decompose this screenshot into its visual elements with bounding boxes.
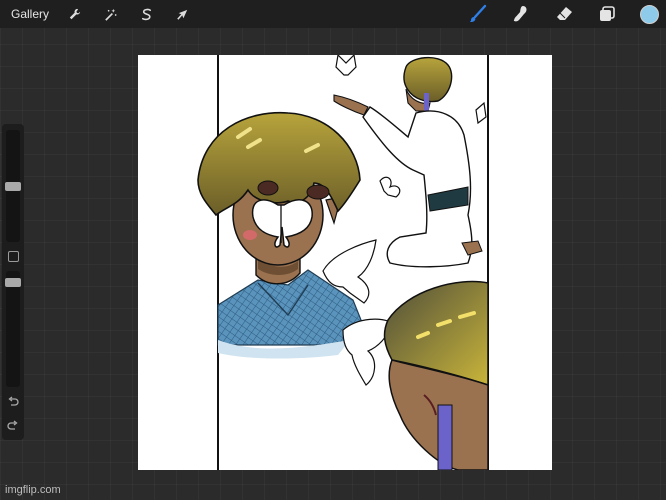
adjustments-button[interactable] xyxy=(97,1,123,27)
brush-button[interactable] xyxy=(467,3,489,25)
sidebar xyxy=(2,124,24,440)
imgflip-watermark: imgflip.com xyxy=(5,484,61,496)
eraser-icon xyxy=(557,7,572,20)
color-picker-button[interactable] xyxy=(640,4,659,24)
drawing-canvas[interactable] xyxy=(138,55,552,470)
layers-icon xyxy=(600,6,615,21)
layers-button[interactable] xyxy=(596,3,618,25)
actions-button[interactable] xyxy=(61,1,87,27)
modify-button[interactable] xyxy=(8,251,19,262)
brush-size-thumb[interactable] xyxy=(5,182,21,191)
transform-button[interactable] xyxy=(169,1,195,27)
artwork xyxy=(197,55,489,470)
right-tool-group xyxy=(446,0,666,28)
smudge-finger-icon xyxy=(513,6,527,22)
brush-size-slider[interactable] xyxy=(5,130,21,242)
gallery-button[interactable]: Gallery xyxy=(11,7,49,21)
magic-wand-icon xyxy=(104,8,117,21)
top-toolbar: Gallery xyxy=(0,0,666,28)
brush-icon xyxy=(470,4,487,23)
opacity-slider[interactable] xyxy=(5,271,21,387)
selection-button[interactable] xyxy=(133,1,159,27)
eraser-button[interactable] xyxy=(553,3,575,25)
arrow-cursor-icon xyxy=(176,9,187,20)
undo-icon[interactable] xyxy=(7,396,19,408)
smudge-button[interactable] xyxy=(510,3,532,25)
redo-icon[interactable] xyxy=(7,420,19,432)
opacity-thumb[interactable] xyxy=(5,278,21,287)
selection-s-icon xyxy=(141,8,151,20)
wrench-icon xyxy=(69,8,80,19)
